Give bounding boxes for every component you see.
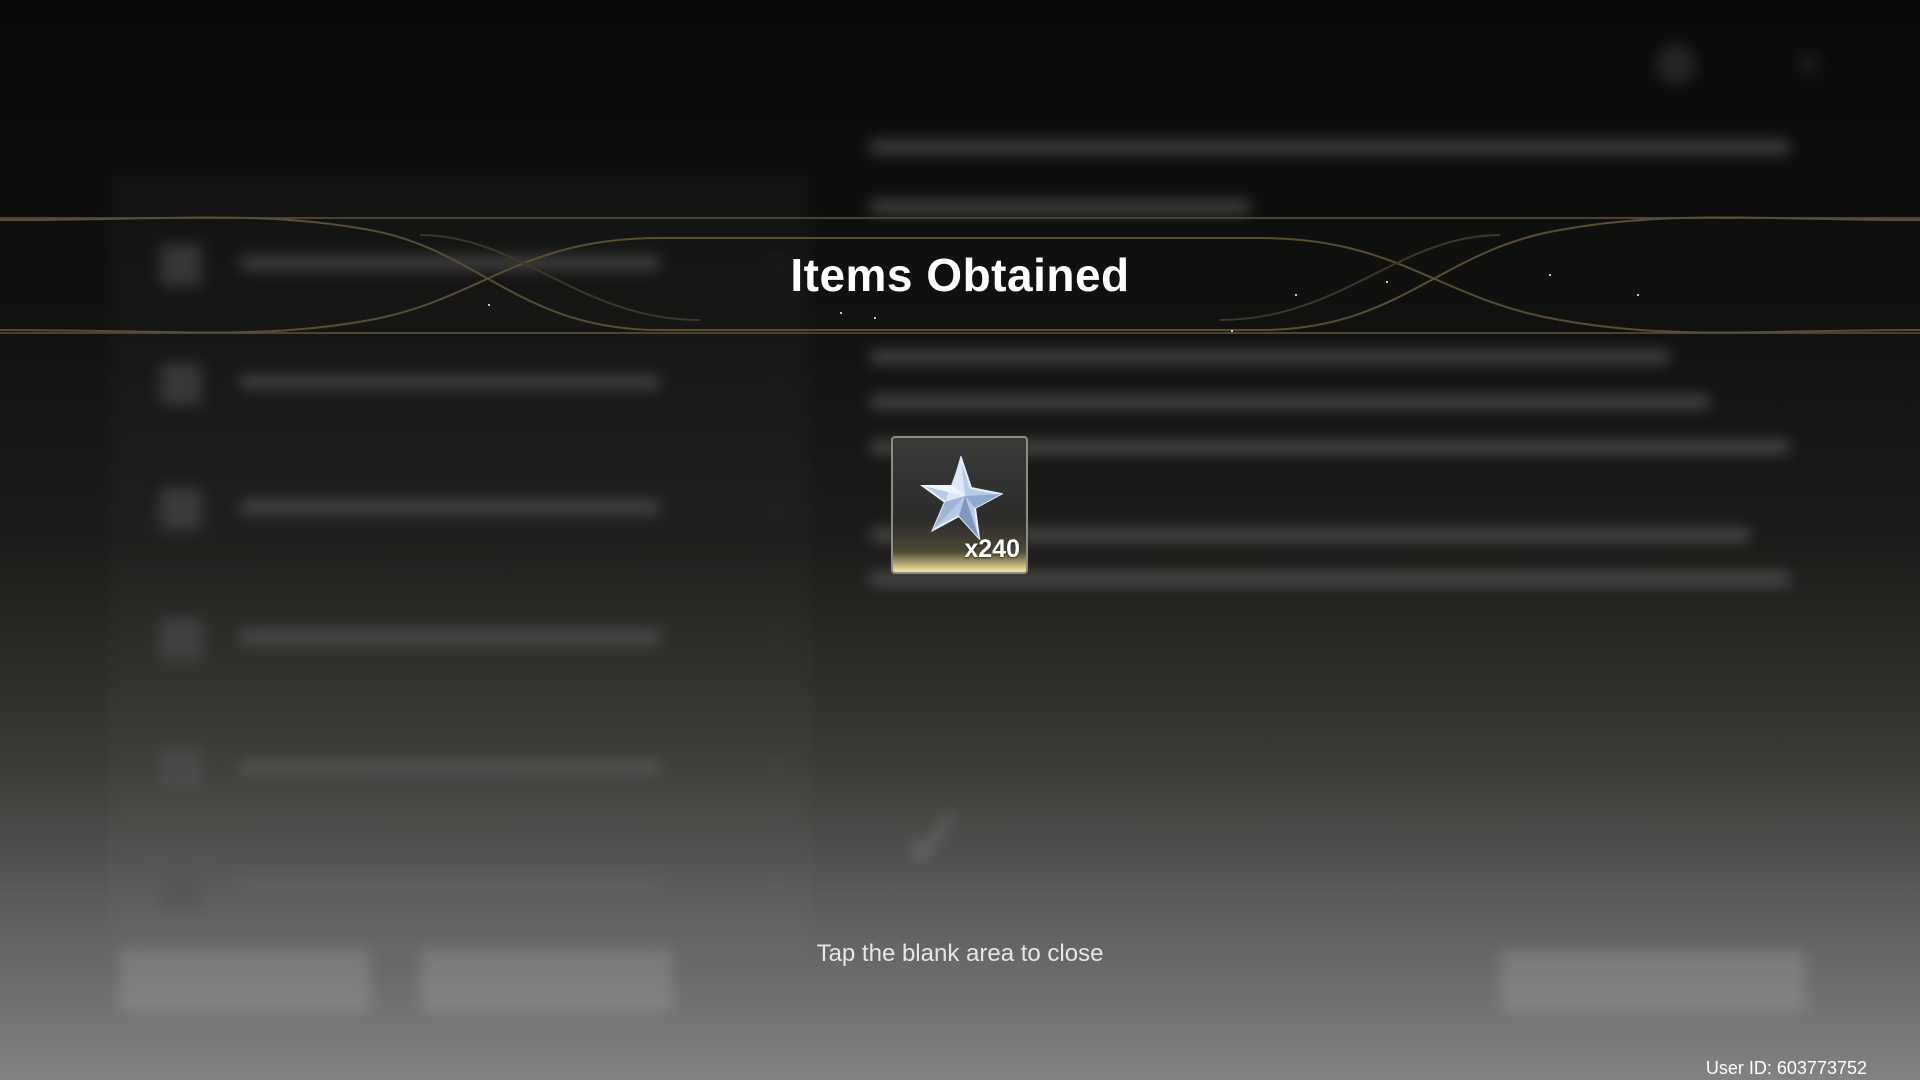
close-hint-text: Tap the blank area to close: [816, 940, 1104, 967]
background-text-line: [870, 395, 1710, 409]
background-text-line: [870, 350, 1670, 364]
background-text-line: [870, 140, 1790, 154]
background-avatar-icon: [1656, 44, 1696, 84]
sparkle: [874, 317, 876, 319]
reward-item-card[interactable]: x240: [891, 436, 1028, 574]
sparkle: [840, 312, 842, 314]
crystal-star-icon: [919, 456, 1003, 540]
sparkle: [1386, 281, 1388, 283]
reward-quantity: x240: [964, 535, 1020, 563]
user-id-label: User ID: 603773752: [1705, 1058, 1867, 1078]
background-list-item: ›: [160, 740, 780, 798]
background-list-item: ›: [160, 860, 780, 918]
sparkle: [1295, 294, 1297, 296]
modal-title: Items Obtained: [790, 249, 1130, 301]
sparkle: [1231, 330, 1233, 332]
background-list-item: ›: [160, 610, 780, 668]
background-check-icon: ✓: [900, 792, 971, 886]
background-text-line: [870, 572, 1790, 586]
sparkle: [1549, 274, 1551, 276]
background-list-item: ›: [160, 480, 780, 538]
background-list-item: ›: [160, 355, 780, 413]
sparkle: [1637, 294, 1639, 296]
background-close-icon: ✕: [1790, 41, 1827, 90]
sparkle: [488, 304, 490, 306]
